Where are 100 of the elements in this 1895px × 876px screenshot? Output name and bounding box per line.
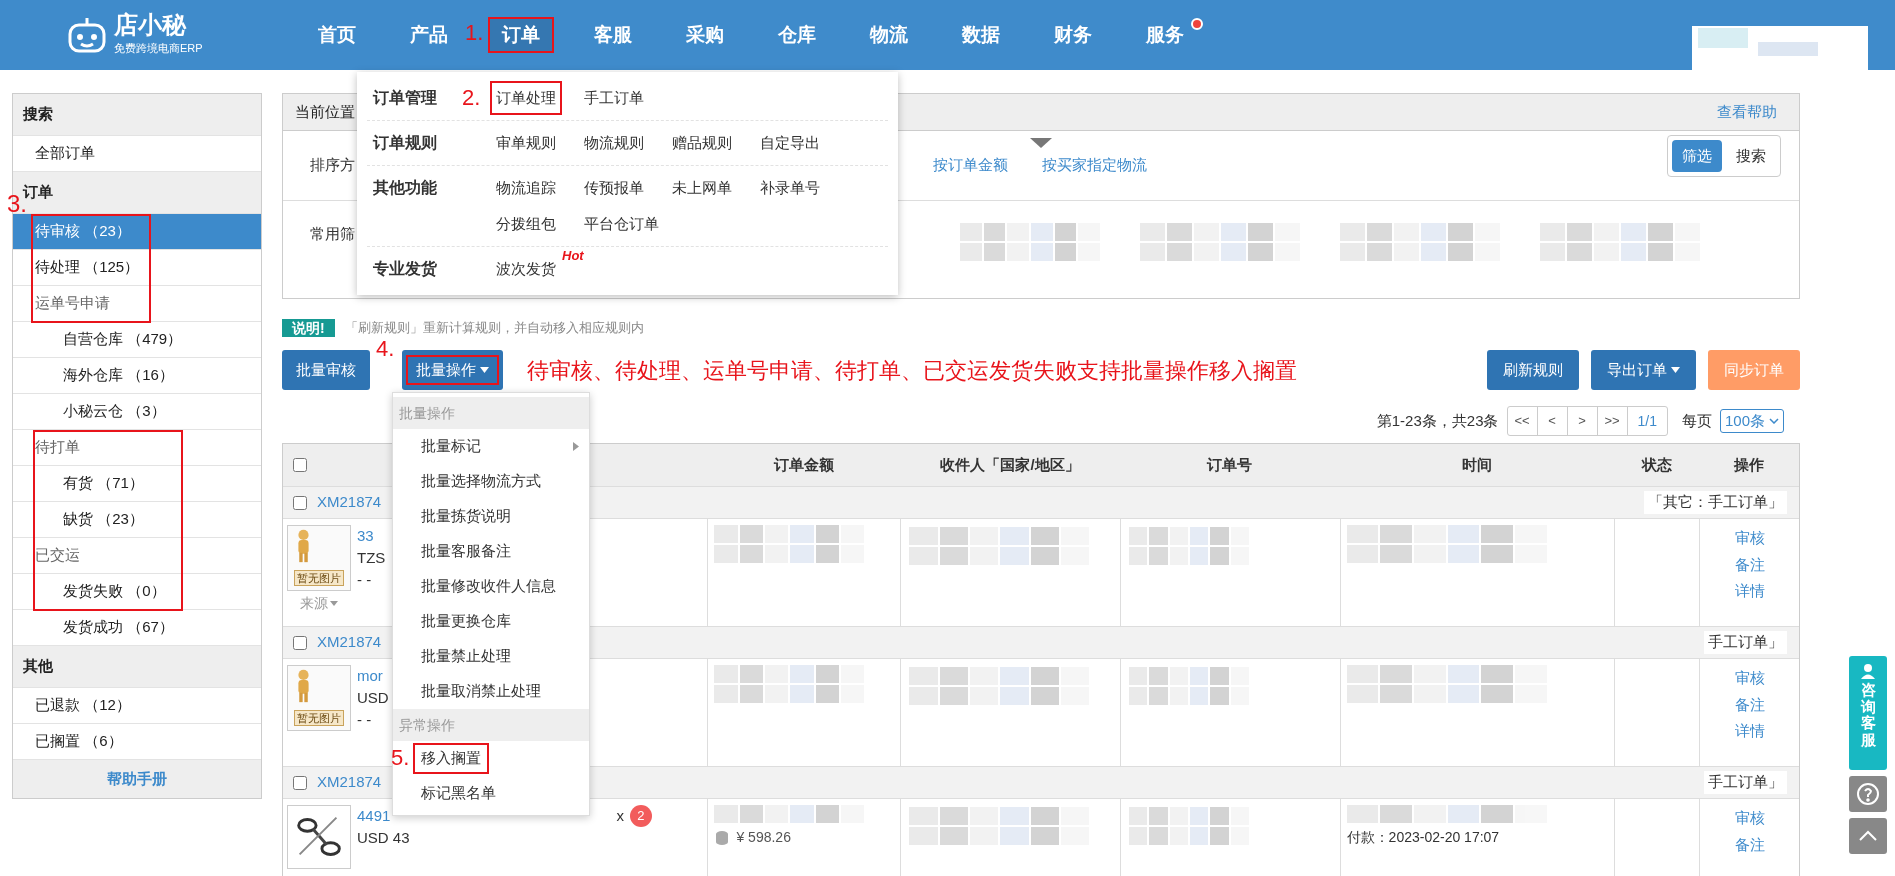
sort-option[interactable]: 按订单金额 bbox=[933, 154, 1008, 177]
menu-link[interactable]: 分拨组包 bbox=[492, 209, 560, 239]
menu-item[interactable]: 标记黑名单 bbox=[417, 782, 500, 805]
figure-icon bbox=[298, 529, 309, 563]
payment-time: 付款：2023-02-20 17:07 bbox=[1346, 828, 1501, 847]
sidebar-item[interactable]: 运单号申请 bbox=[13, 286, 261, 322]
nav-item[interactable]: 服务 bbox=[1132, 17, 1198, 53]
sidebar-item[interactable]: 缺货 （23） bbox=[13, 502, 261, 538]
consult-service-label: 咨询客服 bbox=[1860, 682, 1876, 748]
menu-item[interactable]: 批量禁止处理 bbox=[417, 645, 515, 668]
toolbar-button[interactable]: 批量操作 bbox=[402, 350, 503, 390]
menu-item[interactable]: 批量标记 bbox=[417, 435, 485, 458]
nav-item[interactable]: 首页 bbox=[304, 17, 370, 53]
page-button[interactable]: < bbox=[1537, 407, 1568, 435]
menu-link[interactable]: 审单规则 bbox=[492, 128, 560, 158]
action-link[interactable]: 详情 bbox=[1734, 720, 1765, 743]
menu-link[interactable]: 未上网单 bbox=[668, 173, 736, 203]
page-button[interactable]: > bbox=[1567, 407, 1598, 435]
sort-option[interactable]: 按买家指定物流 bbox=[1042, 154, 1147, 177]
menu-row[interactable]: 批量更换仓库 bbox=[393, 604, 589, 639]
product-detail: - - bbox=[357, 710, 373, 730]
annotation-text: 待审核、待处理、运单号申请、待打单、已交运发货失败支持批量操作移入搁置 bbox=[527, 356, 1297, 385]
product-title-link[interactable]: 33 bbox=[357, 525, 374, 547]
menu-group-title: 专业发货 bbox=[373, 260, 437, 277]
order-source-tag: 「其它：手工订单」 bbox=[1644, 491, 1787, 514]
mode-tab[interactable]: 筛选 bbox=[1672, 140, 1722, 172]
menu-item[interactable]: 批量取消禁止处理 bbox=[417, 680, 545, 703]
menu-group-title: 其他功能 bbox=[373, 179, 437, 196]
quantity-badge: 2 bbox=[629, 805, 652, 827]
page-button[interactable]: >> bbox=[1597, 407, 1628, 435]
order-source-tag: 手工订单」 bbox=[1704, 631, 1787, 654]
menu-item[interactable]: 移入搁置 bbox=[417, 747, 485, 770]
menu-link[interactable]: 订单处理 bbox=[492, 83, 560, 113]
nav-item[interactable]: 物流 bbox=[856, 17, 922, 53]
menu-row[interactable]: 批量修改收件人信息 bbox=[393, 569, 589, 604]
annotation-frame bbox=[488, 17, 554, 53]
order-checkbox[interactable] bbox=[293, 635, 307, 650]
menu-link[interactable]: 传预报单 bbox=[580, 173, 648, 203]
menu-row[interactable]: 批量客服备注 bbox=[393, 534, 589, 569]
action-link[interactable]: 审核 bbox=[1734, 807, 1765, 830]
action-link[interactable]: 备注 bbox=[1734, 833, 1765, 856]
sidebar-item[interactable]: 已交运 bbox=[13, 538, 261, 574]
nav-item[interactable]: 采购 bbox=[672, 17, 738, 53]
menu-link[interactable]: 物流追踪 bbox=[492, 173, 560, 203]
sidebar-item[interactable]: 发货失败 （0） bbox=[13, 574, 261, 610]
per-page-select[interactable]: 100条 bbox=[1719, 409, 1784, 433]
menu-row[interactable]: 批量禁止处理 bbox=[393, 639, 589, 674]
action-link[interactable]: 审核 bbox=[1734, 667, 1765, 690]
toolbar-button[interactable]: 导出订单 bbox=[1591, 350, 1696, 390]
mode-tab[interactable]: 搜索 bbox=[1726, 140, 1776, 172]
product-detail: USD 43 bbox=[357, 828, 411, 848]
order-checkbox[interactable] bbox=[293, 495, 307, 510]
sidebar-item[interactable]: 待处理 （125） bbox=[13, 250, 261, 286]
toolbar-button[interactable]: 批量审核 bbox=[282, 350, 370, 390]
sidebar-item[interactable]: 小秘云仓 （3） bbox=[13, 394, 261, 430]
menu-link[interactable]: 自定导出 bbox=[756, 128, 824, 158]
nav-item[interactable]: 产品 bbox=[396, 17, 462, 53]
menu-link[interactable]: 物流规则 bbox=[580, 128, 648, 158]
sidebar-item[interactable]: 有货 （71） bbox=[13, 466, 261, 502]
menu-item[interactable]: 批量修改收件人信息 bbox=[417, 575, 560, 598]
back-to-top-button[interactable] bbox=[1849, 818, 1887, 854]
menu-link[interactable]: 补录单号 bbox=[756, 173, 824, 203]
placeholder-text: 暂无图片 bbox=[294, 710, 344, 726]
nav-item[interactable]: 客服 bbox=[580, 17, 646, 53]
order-checkbox[interactable] bbox=[293, 775, 307, 790]
menu-row[interactable]: 批量标记 bbox=[393, 429, 589, 464]
select-all-checkbox[interactable] bbox=[292, 458, 307, 472]
menu-item[interactable]: 批量拣货说明 bbox=[417, 505, 515, 528]
help-button[interactable] bbox=[1849, 776, 1887, 812]
product-title-link[interactable]: 4491 bbox=[357, 805, 391, 827]
menu-row[interactable]: 批量取消禁止处理 bbox=[393, 674, 589, 709]
toolbar-button[interactable]: 刷新规则 bbox=[1487, 350, 1579, 390]
sidebar-item[interactable]: 已退款 （12） bbox=[13, 688, 261, 724]
action-link[interactable]: 详情 bbox=[1734, 580, 1765, 603]
action-link[interactable]: 审核 bbox=[1734, 527, 1765, 550]
menu-item[interactable]: 批量选择物流方式 bbox=[417, 470, 545, 493]
menu-item[interactable]: 批量更换仓库 bbox=[417, 610, 515, 633]
nav-item[interactable]: 仓库 bbox=[764, 17, 830, 53]
menu-link[interactable]: 平台仓订单 bbox=[580, 209, 663, 239]
menu-row[interactable]: 批量选择物流方式 bbox=[393, 464, 589, 499]
sidebar-item[interactable]: 海外仓库 （16） bbox=[13, 358, 261, 394]
page-button[interactable]: << bbox=[1507, 407, 1538, 435]
product-title-link[interactable]: mor bbox=[357, 665, 383, 687]
nav-item[interactable]: 数据 bbox=[948, 17, 1014, 53]
column-header: 时间 bbox=[1461, 455, 1492, 473]
sidebar-item[interactable]: 待打单 bbox=[13, 430, 261, 466]
menu-row[interactable]: 5. 移入搁置 bbox=[393, 741, 589, 776]
menu-link[interactable]: 波次发货 bbox=[492, 254, 560, 284]
sidebar-item[interactable]: 待审核 （23） bbox=[13, 214, 261, 250]
action-link[interactable]: 备注 bbox=[1734, 693, 1765, 716]
menu-link[interactable]: 赠品规则 bbox=[668, 128, 736, 158]
menu-item[interactable]: 批量客服备注 bbox=[417, 540, 515, 563]
menu-row[interactable]: 批量拣货说明 bbox=[393, 499, 589, 534]
coins-icon bbox=[714, 829, 731, 846]
sidebar-item[interactable]: 自营仓库 （479） bbox=[13, 322, 261, 358]
nav-item[interactable]: 财务 bbox=[1040, 17, 1106, 53]
nav-item[interactable]: 订单 bbox=[488, 17, 554, 53]
menu-row[interactable]: 标记黑名单 bbox=[393, 776, 589, 811]
action-link[interactable]: 备注 bbox=[1734, 553, 1765, 576]
menu-link[interactable]: 手工订单 bbox=[580, 83, 648, 113]
